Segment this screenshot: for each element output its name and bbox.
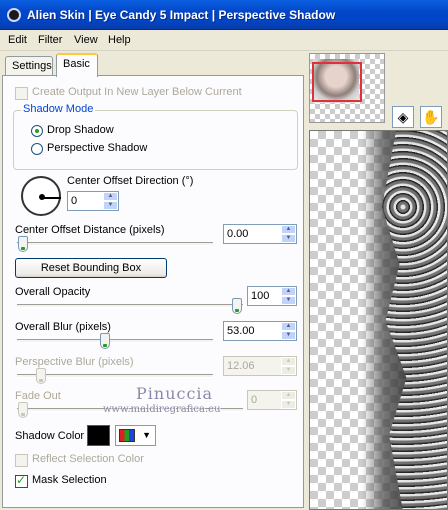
perspective-blur-label: Perspective Blur (pixels) bbox=[15, 356, 134, 368]
overall-blur-slider-thumb[interactable] bbox=[100, 333, 110, 349]
preview-canvas[interactable] bbox=[309, 130, 448, 510]
spin-up-icon[interactable]: ▲ bbox=[281, 225, 296, 234]
overall-blur-label: Overall Blur (pixels) bbox=[15, 321, 111, 333]
window-title: Alien Skin | Eye Candy 5 Impact | Perspe… bbox=[27, 8, 336, 22]
menu-bar: Edit Filter View Help bbox=[0, 31, 448, 51]
watermark-url: www.maldiregrafica.eu bbox=[103, 404, 221, 415]
perspective-shadow-label: Perspective Shadow bbox=[47, 142, 148, 154]
drop-shadow-label: Drop Shadow bbox=[47, 124, 114, 136]
overall-blur-value: 53.00 bbox=[227, 325, 255, 337]
overall-opacity-label: Overall Opacity bbox=[15, 286, 91, 298]
spin-down-icon[interactable]: ▼ bbox=[281, 234, 296, 243]
create-output-label: Create Output In New Layer Below Current bbox=[32, 86, 242, 98]
menu-view[interactable]: View bbox=[74, 34, 98, 46]
chevron-down-icon: ▼ bbox=[142, 430, 151, 440]
spin-down-icon[interactable]: ▼ bbox=[281, 400, 296, 409]
shadow-mode-group bbox=[13, 110, 298, 170]
fade-out-field[interactable]: 0 ▲ ▼ bbox=[247, 390, 297, 410]
fade-out-label: Fade Out bbox=[15, 390, 61, 402]
tab-settings[interactable]: Settings bbox=[5, 56, 53, 76]
overall-opacity-field[interactable]: 100 ▲ ▼ bbox=[247, 286, 297, 306]
center-offset-direction-label: Center Offset Direction (°) bbox=[67, 175, 194, 187]
center-offset-distance-field[interactable]: 0.00 ▲ ▼ bbox=[223, 224, 297, 244]
checkmark-icon: ✓ bbox=[16, 473, 27, 487]
create-output-checkbox[interactable] bbox=[15, 87, 28, 100]
spin-up-icon[interactable]: ▲ bbox=[281, 322, 296, 331]
overall-opacity-slider-thumb[interactable] bbox=[232, 298, 242, 314]
perspective-blur-value: 12.06 bbox=[227, 360, 255, 372]
shadow-mode-legend: Shadow Mode bbox=[21, 103, 96, 115]
overall-blur-field[interactable]: 53.00 ▲ ▼ bbox=[223, 321, 297, 341]
spin-down-icon[interactable]: ▼ bbox=[281, 296, 296, 305]
reset-bounding-box-button[interactable]: Reset Bounding Box bbox=[15, 258, 167, 278]
mask-selection-checkbox[interactable]: ✓ bbox=[15, 473, 28, 488]
tab-strip: Settings Basic bbox=[0, 52, 306, 77]
spin-up-icon[interactable]: ▲ bbox=[103, 192, 118, 201]
reflect-selection-checkbox[interactable] bbox=[15, 454, 28, 467]
center-offset-distance-slider-track[interactable] bbox=[17, 242, 213, 246]
spin-up-icon[interactable]: ▲ bbox=[281, 391, 296, 400]
spin-down-icon[interactable]: ▼ bbox=[103, 201, 118, 210]
perspective-blur-field[interactable]: 12.06 ▲ ▼ bbox=[223, 356, 297, 376]
menu-edit[interactable]: Edit bbox=[8, 34, 27, 46]
alien-skin-logo-icon bbox=[7, 8, 21, 22]
center-offset-distance-label: Center Offset Distance (pixels) bbox=[15, 224, 165, 236]
overall-blur-slider-track[interactable] bbox=[17, 339, 213, 343]
menu-help[interactable]: Help bbox=[108, 34, 131, 46]
perspective-blur-slider-track[interactable] bbox=[17, 374, 213, 378]
color-picker-dropdown[interactable]: ▼ bbox=[115, 425, 156, 446]
center-offset-direction-field[interactable]: 0 ▲ ▼ bbox=[67, 191, 119, 211]
title-bar: Alien Skin | Eye Candy 5 Impact | Perspe… bbox=[0, 0, 448, 30]
mask-selection-label: Mask Selection bbox=[32, 474, 107, 486]
reflect-selection-label: Reflect Selection Color bbox=[32, 453, 144, 465]
shadow-color-swatch[interactable] bbox=[87, 425, 110, 446]
center-offset-distance-value: 0.00 bbox=[227, 228, 249, 240]
overall-opacity-value: 100 bbox=[251, 290, 270, 302]
center-offset-direction-value: 0 bbox=[71, 195, 78, 207]
basic-panel: Create Output In New Layer Below Current… bbox=[2, 75, 304, 508]
watermark-name: Pinuccia bbox=[136, 384, 214, 403]
perspective-blur-slider-thumb[interactable] bbox=[36, 368, 46, 384]
fade-out-value: 0 bbox=[251, 394, 258, 406]
fade-out-slider-thumb[interactable] bbox=[18, 402, 28, 418]
spin-up-icon[interactable]: ▲ bbox=[281, 357, 296, 366]
radio-selected-dot bbox=[35, 129, 39, 133]
spin-down-icon[interactable]: ▼ bbox=[281, 331, 296, 340]
center-offset-distance-slider-thumb[interactable] bbox=[18, 236, 28, 252]
hand-icon[interactable]: ✋ bbox=[420, 106, 442, 128]
spin-up-icon[interactable]: ▲ bbox=[281, 287, 296, 296]
menu-filter[interactable]: Filter bbox=[38, 34, 62, 46]
view-rectangle[interactable] bbox=[312, 62, 362, 102]
overall-opacity-slider-track[interactable] bbox=[17, 304, 243, 308]
shadow-color-label: Shadow Color bbox=[15, 430, 85, 442]
color-palette-icon bbox=[119, 429, 135, 442]
spin-down-icon[interactable]: ▼ bbox=[281, 366, 296, 375]
perspective-shadow-radio[interactable] bbox=[31, 143, 43, 155]
direction-dial[interactable] bbox=[21, 176, 61, 216]
tab-basic[interactable]: Basic bbox=[56, 53, 98, 77]
drop-shadow-radio[interactable] bbox=[31, 125, 43, 137]
dial-center bbox=[39, 194, 45, 200]
navigator-thumbnail[interactable] bbox=[309, 53, 385, 123]
navigator-icon[interactable]: ◈ bbox=[392, 106, 414, 128]
